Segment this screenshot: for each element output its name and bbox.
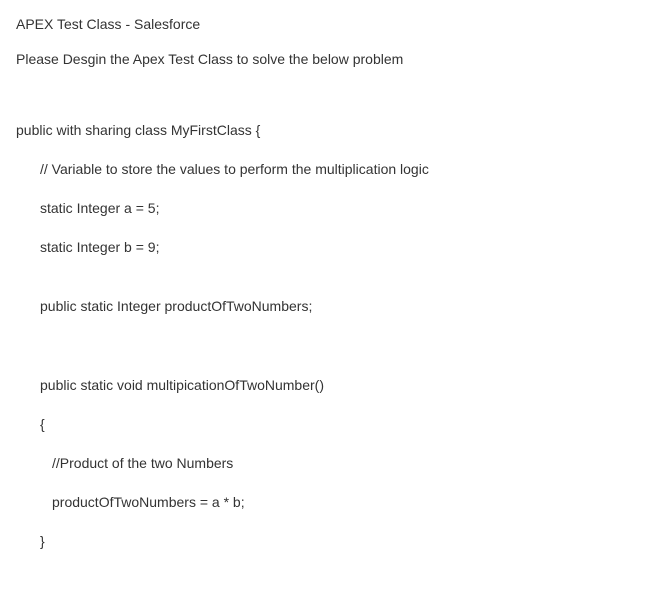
- code-line: productOfTwoNumbers = a * b;: [16, 492, 636, 513]
- code-line: }: [16, 531, 636, 552]
- code-comment: // Variable to store the values to perfo…: [16, 159, 636, 180]
- code-line: static Integer b = 9;: [16, 237, 636, 258]
- code-comment: //Product of the two Numbers: [16, 453, 636, 474]
- code-line: public static Integer productOfTwoNumber…: [16, 296, 636, 317]
- spacer: [16, 335, 636, 375]
- code-line: public static void multipicationOfTwoNum…: [16, 375, 636, 396]
- code-line: static Integer a = 5;: [16, 198, 636, 219]
- spacer: [16, 276, 636, 296]
- page-subtitle: Please Desgin the Apex Test Class to sol…: [16, 49, 636, 70]
- code-line: public with sharing class MyFirstClass {: [16, 120, 636, 141]
- code-block: public with sharing class MyFirstClass {…: [16, 120, 636, 552]
- code-line: {: [16, 414, 636, 435]
- page-title: APEX Test Class - Salesforce: [16, 14, 636, 35]
